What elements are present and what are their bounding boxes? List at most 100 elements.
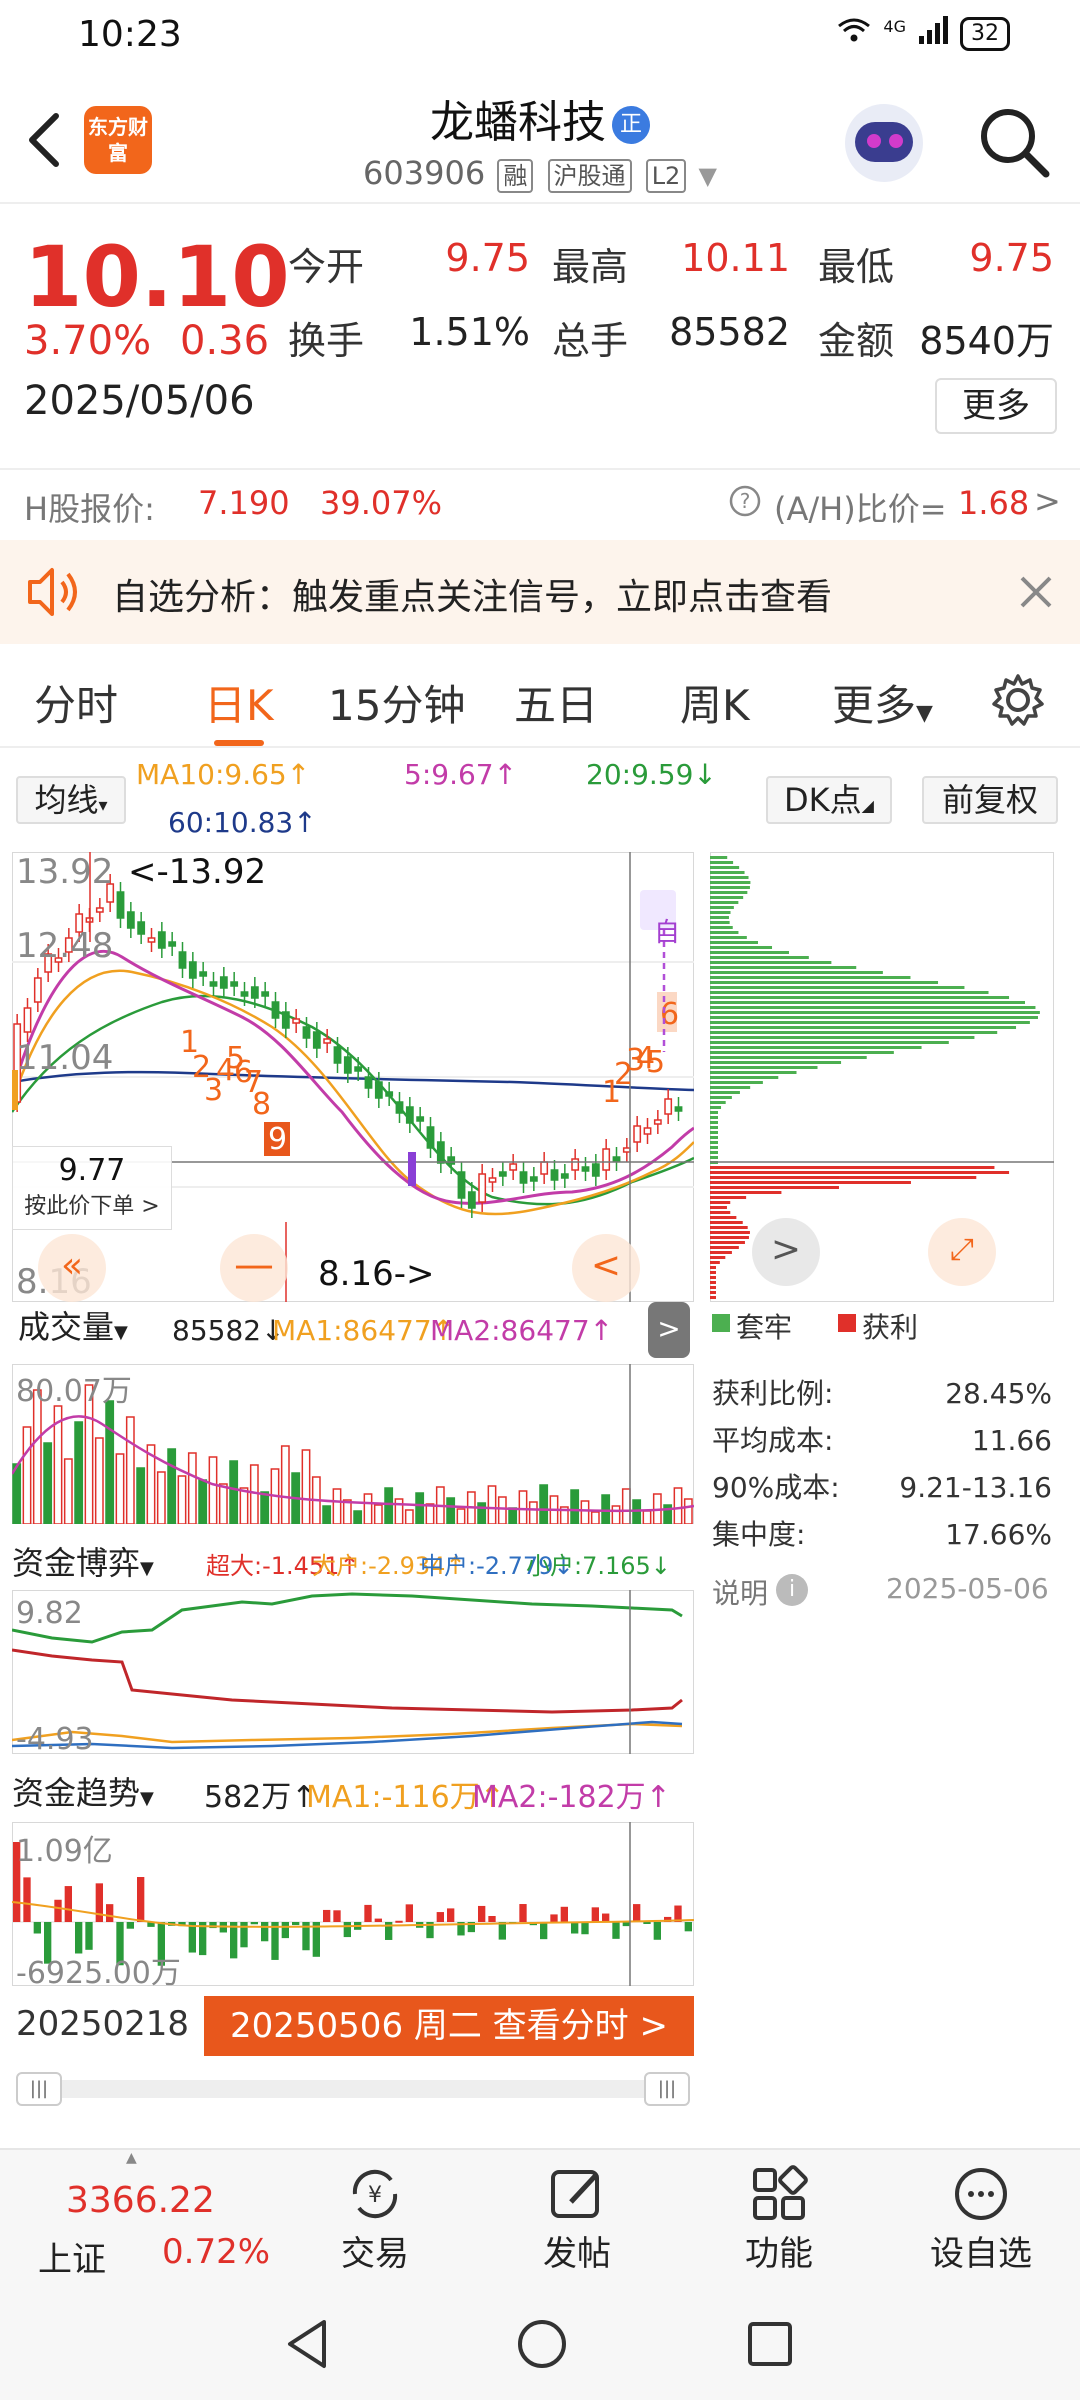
chip-row-value: 11.66 [971, 1424, 1052, 1457]
info-icon[interactable]: i [776, 1574, 808, 1606]
volume-value: 85582 [669, 310, 790, 354]
search-icon[interactable] [976, 104, 1052, 180]
candle-body [199, 971, 208, 977]
chip-bar [710, 876, 749, 879]
cursor-price-box[interactable]: 9.77 按此价下单 > [12, 1146, 172, 1230]
volume-value-label: 85582↓ [172, 1314, 285, 1347]
fund-trend-bar [343, 1922, 351, 1938]
zoom-out-icon[interactable]: — [220, 1234, 288, 1302]
chip-row: 90%成本: 9.21-13.16 [712, 1464, 1052, 1511]
fund-trend-bar [271, 1922, 279, 1960]
volume-selector[interactable]: 成交量▼ [12, 1306, 164, 1352]
volume-bar [22, 1426, 32, 1524]
fund-trend-bar [550, 1914, 558, 1922]
gear-icon[interactable] [990, 672, 1046, 732]
fund-game-chart[interactable] [12, 1590, 694, 1754]
nav-home-icon[interactable] [516, 2318, 568, 2374]
view-intraday-button[interactable]: 20250506 周二 查看分时 > [204, 1996, 694, 2056]
chevron-right-icon[interactable]: > [752, 1218, 820, 1286]
svg-text:¥: ¥ [368, 2183, 382, 2208]
fund-trend-bar [250, 1922, 258, 1925]
volume-bar [322, 1505, 332, 1524]
chevron-right-icon[interactable]: > [648, 1302, 690, 1358]
chip-bar [710, 1221, 743, 1224]
volume-bar [12, 1463, 22, 1524]
tab-15min[interactable]: 15分钟 [328, 672, 465, 733]
nav-recents-icon[interactable] [746, 2320, 794, 2372]
fund-trend-bar [281, 1922, 289, 1939]
tab-intraday[interactable]: 分时 [34, 672, 118, 733]
candle-body [95, 907, 104, 913]
chip-bar [710, 1101, 726, 1104]
period-tabs: 分时 日K 15分钟 五日 周K 更多▼ [0, 648, 1080, 748]
volume-bar [280, 1445, 290, 1524]
function-button[interactable]: 功能 [724, 2162, 834, 2275]
h-share-price: 7.190 [198, 484, 290, 522]
nav-back-icon[interactable] [284, 2318, 332, 2374]
fund-trend-value: 582万↑ [204, 1780, 317, 1815]
fund-trend-bar [374, 1918, 382, 1922]
range-slider[interactable]: ||| ||| [16, 2072, 690, 2106]
fund-trend-bar [498, 1922, 506, 1940]
caret-down-icon[interactable]: ▼ [699, 162, 717, 190]
dk-point-button[interactable]: DK点◢ [766, 776, 892, 824]
candle-body [250, 986, 259, 999]
volume-bar [487, 1485, 497, 1524]
volume-bar [177, 1475, 187, 1524]
system-nav-bar [0, 2284, 1080, 2400]
h-share-row[interactable]: H股报价: 7.190 39.07% ? (A/H)比价= 1.68 > [0, 468, 1080, 538]
stock-header: 东方财富 龙蟠科技正 603906 融 沪股通 L2 ▼ [0, 72, 1080, 204]
volume-bar [580, 1500, 590, 1524]
volume-bar [353, 1510, 363, 1524]
chip-bar [710, 1261, 720, 1264]
rewind-icon[interactable]: « [38, 1234, 106, 1302]
slider-handle-left[interactable]: ||| [16, 2072, 62, 2106]
help-icon[interactable]: ? [728, 484, 762, 526]
chip-bar [710, 1011, 1040, 1014]
chip-bar [710, 1031, 998, 1034]
candle-body [540, 1161, 549, 1175]
chip-row: 获利比例: 28.45% [712, 1370, 1052, 1417]
svg-text:8: 8 [252, 1087, 271, 1122]
ma-selector[interactable]: 均线▾ [16, 776, 126, 824]
volume-bar [683, 1498, 693, 1524]
more-button[interactable]: 更多 [935, 378, 1057, 434]
chip-bar [710, 926, 733, 929]
step-left-icon[interactable]: < [572, 1234, 640, 1302]
chip-bar [710, 986, 965, 989]
tab-weekly-k[interactable]: 周K [680, 672, 750, 733]
volume-bar [425, 1503, 435, 1524]
fund-trend-bar [405, 1904, 413, 1922]
auto-tag[interactable]: 自 [654, 912, 680, 949]
chip-bar [710, 1021, 1030, 1024]
tab-daily-k[interactable]: 日K [204, 672, 274, 746]
robot-avatar[interactable] [845, 104, 923, 182]
post-button[interactable]: 发帖 [522, 2162, 632, 2275]
tab-five-day[interactable]: 五日 [514, 672, 598, 733]
fund-trend-bar [126, 1922, 134, 1929]
add-watchlist-button[interactable]: 设自选 [926, 2162, 1036, 2275]
candle-body [447, 1156, 456, 1165]
volume-ymax: 80.07万 [16, 1374, 132, 1409]
trade-button[interactable]: ¥ 交易 [320, 2162, 430, 2275]
fund-trend-selector[interactable]: 资金趋势▼ [12, 1768, 154, 1814]
alert-banner[interactable]: 自选分析：触发重点关注信号，立即点击查看 [0, 540, 1080, 644]
expand-icon[interactable]: ⤢ [928, 1218, 996, 1286]
kline-chart[interactable]: 9 6 12345678 12345 [12, 852, 694, 1302]
fund-game-selector[interactable]: 资金博弈▼ [12, 1538, 154, 1584]
chip-bar [710, 1181, 911, 1184]
fund-trend-bar [653, 1922, 661, 1940]
index-widget[interactable]: ▲ 3366.22 上证 0.72% [0, 2150, 270, 2286]
tab-more[interactable]: 更多▼ [832, 672, 933, 733]
candle-body [281, 1011, 290, 1029]
slider-handle-right[interactable]: ||| [644, 2072, 690, 2106]
adjust-button[interactable]: 前复权 [922, 776, 1058, 824]
chip-note[interactable]: 说明 [712, 1572, 768, 1612]
order-hint-text: 按此价下单 [24, 1194, 135, 1219]
chip-bar [710, 1121, 718, 1124]
fund-trend-bar [95, 1883, 103, 1922]
candle-body [230, 981, 239, 987]
close-icon[interactable] [1018, 574, 1054, 614]
chip-bar [710, 1296, 716, 1299]
chip-bar [710, 916, 729, 919]
